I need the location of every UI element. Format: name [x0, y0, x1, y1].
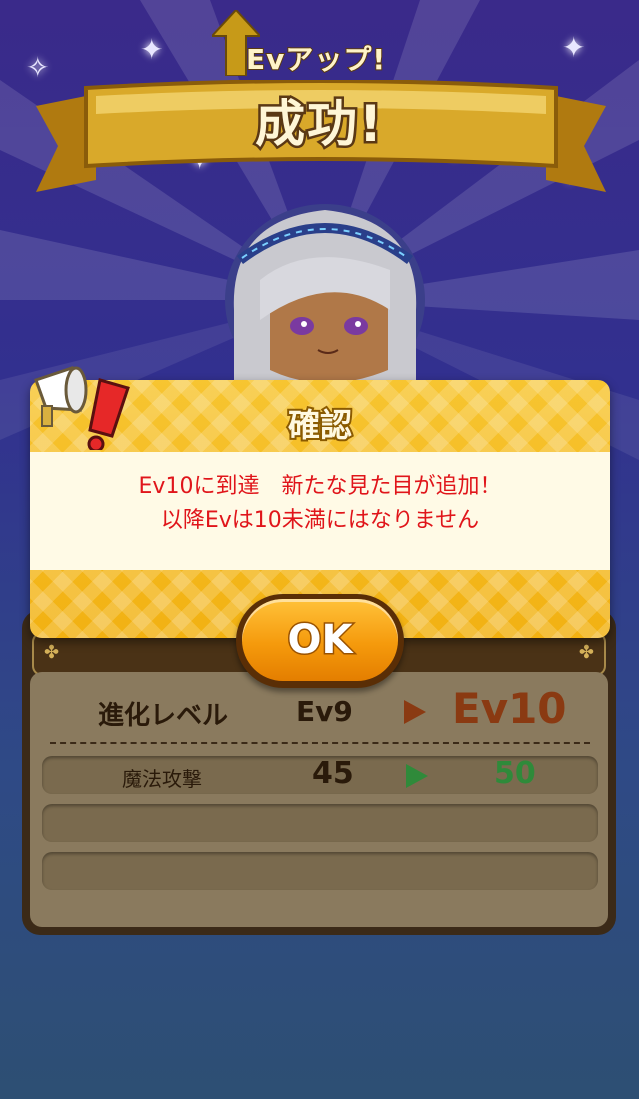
ok-button-label[interactable]: OK	[242, 616, 398, 665]
stat-row-empty	[42, 852, 598, 890]
magic-attack-from: 45	[312, 756, 354, 791]
ev-up-label: Evアップ!	[245, 42, 387, 77]
evolution-level-from: Ev9	[296, 695, 353, 728]
ornament-icon: ✤	[578, 642, 594, 663]
evolution-level-to: Ev10	[452, 684, 567, 733]
ok-button[interactable]: OK	[236, 594, 404, 688]
dialog-message-line: Ev10に到達 新たな見た目が追加！	[138, 474, 502, 499]
magic-attack-to: 50	[494, 756, 536, 791]
play-arrow-icon	[406, 764, 428, 788]
evolution-level-label: 進化レベル	[98, 701, 229, 731]
success-title: 成功!	[253, 93, 385, 156]
dialog-message-line: 以降Evは10未満にはなりません	[160, 508, 480, 533]
sparkle-icon: ✧	[26, 51, 50, 84]
dialog-message: Ev10に到達 新たな見た目が追加！ 以降Evは10未満にはなりません	[30, 452, 610, 570]
magic-attack-label: 魔法攻撃	[122, 767, 202, 791]
stat-row-empty	[42, 804, 598, 842]
sparkle-icon: ✦	[562, 31, 586, 64]
play-arrow-icon	[404, 700, 426, 724]
character-portrait	[225, 204, 425, 390]
sparkle-icon: ✦	[140, 33, 164, 66]
ornament-icon: ✤	[44, 642, 60, 663]
megaphone-alert-icon	[34, 366, 130, 450]
ok-button-face[interactable]: OK	[242, 599, 398, 681]
divider	[50, 742, 590, 744]
